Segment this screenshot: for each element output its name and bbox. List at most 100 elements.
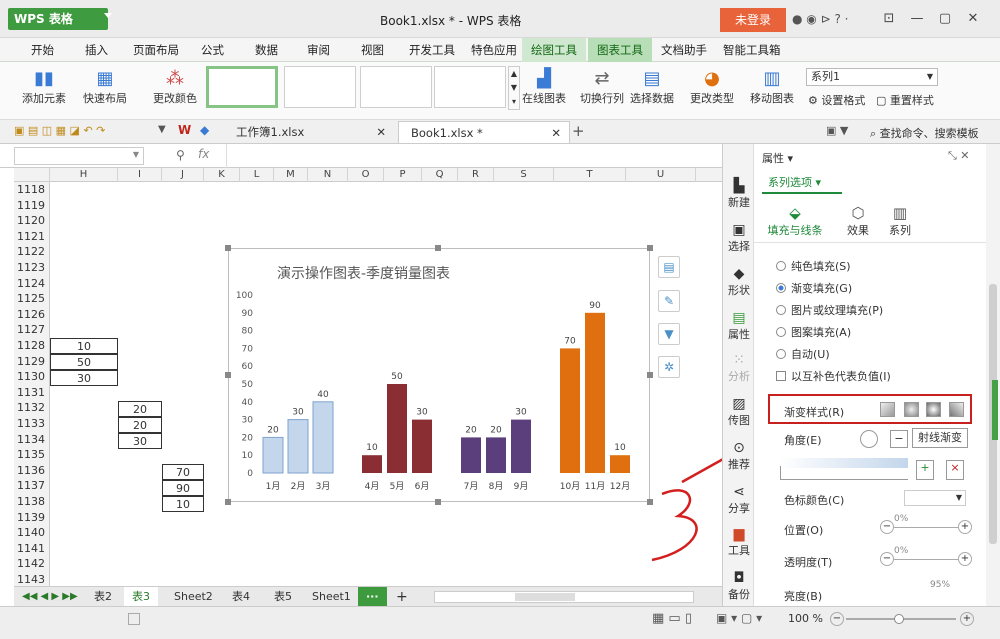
tab-series[interactable]: ▥ 系列: [880, 204, 920, 238]
row-header[interactable]: 1141: [14, 541, 49, 557]
chart-style-1[interactable]: [206, 66, 278, 108]
formula-input[interactable]: [226, 144, 720, 168]
close-icon[interactable]: ✕: [376, 121, 386, 143]
row-header[interactable]: 1129: [14, 354, 49, 370]
cube-icon[interactable]: ◆: [200, 123, 209, 137]
cell-j1137[interactable]: 90: [162, 480, 204, 496]
series-options-dropdown[interactable]: 系列选项 ▾: [762, 172, 842, 194]
resize-handle[interactable]: [225, 499, 231, 505]
row-header[interactable]: 1122: [14, 244, 49, 260]
search-command[interactable]: ⌕ 查找命令、搜索模板: [870, 125, 979, 141]
zoom-slider[interactable]: [846, 614, 956, 624]
row-header[interactable]: 1119: [14, 198, 49, 214]
col-header[interactable]: T: [554, 168, 626, 182]
minimize-icon[interactable]: —: [904, 8, 930, 30]
add-sheet-icon[interactable]: +: [388, 587, 416, 607]
restore-icon[interactable]: ⊡: [876, 8, 902, 30]
row-header[interactable]: 1121: [14, 229, 49, 245]
zoom-out-button[interactable]: −: [830, 612, 844, 626]
col-header[interactable]: M: [274, 168, 308, 182]
move-chart-button[interactable]: ▥ 移动图表: [746, 68, 798, 106]
share-button[interactable]: ⋖ 分享: [723, 484, 755, 516]
resize-handle[interactable]: [647, 245, 653, 251]
resize-handle[interactable]: [225, 372, 231, 378]
menu-formula[interactable]: 公式: [192, 38, 233, 62]
fill-solid-option[interactable]: 纯色填充(S): [776, 258, 851, 274]
cell-h1130[interactable]: 30: [50, 370, 118, 386]
page-view-icons[interactable]: ▣ ▾ ▢ ▾: [716, 611, 762, 625]
invert-negative-option[interactable]: 以互补色代表负值(I): [776, 368, 891, 384]
menu-smart-toolbox[interactable]: 智能工具箱: [714, 38, 790, 62]
doc-tab-book1[interactable]: Book1.xlsx * ✕: [398, 121, 570, 143]
menu-review[interactable]: 审阅: [298, 38, 339, 62]
select-button[interactable]: ▣ 选择: [723, 222, 755, 254]
shape-button[interactable]: ◆ 形状: [723, 266, 755, 298]
fill-picture-option[interactable]: 图片或纹理填充(P): [776, 302, 883, 318]
chart-style-2[interactable]: [284, 66, 356, 108]
tab-tool-icons[interactable]: ▣ ▼: [826, 124, 848, 137]
row-header[interactable]: 1137: [14, 478, 49, 494]
quick-layout-button[interactable]: ▦ 快速布局: [78, 68, 132, 106]
sheet-tab[interactable]: Sheet1: [304, 587, 359, 607]
radio[interactable]: [776, 349, 786, 359]
chart-bar[interactable]: [387, 384, 407, 473]
add-element-button[interactable]: ▮▮ 添加元素: [20, 68, 68, 106]
col-header[interactable]: K: [204, 168, 240, 182]
select-all-corner[interactable]: [14, 168, 50, 182]
chart-bar[interactable]: [287, 419, 309, 474]
style-scroll[interactable]: ▲ ▼ ▾: [508, 66, 520, 110]
wps-w-icon[interactable]: W: [178, 123, 191, 137]
gradient-path-style-icon[interactable]: [949, 402, 964, 417]
resize-handle[interactable]: [435, 245, 441, 251]
online-chart-button[interactable]: ▟ 在线图表: [520, 68, 568, 106]
radio[interactable]: [776, 261, 786, 271]
sheet-tab[interactable]: 表2: [86, 587, 120, 607]
row-header[interactable]: 1127: [14, 322, 49, 338]
position-plus[interactable]: +: [958, 520, 972, 534]
col-header[interactable]: U: [626, 168, 696, 182]
gradient-stops-track[interactable]: [780, 466, 908, 480]
close-icon[interactable]: ✕: [551, 122, 561, 144]
resize-handle[interactable]: [435, 499, 441, 505]
new-tab-icon[interactable]: +: [572, 122, 585, 140]
chart-bar[interactable]: [362, 455, 382, 473]
menu-data[interactable]: 数据: [246, 38, 287, 62]
row-header[interactable]: 1136: [14, 463, 49, 479]
cell-j1136[interactable]: 70: [162, 464, 204, 480]
row-header[interactable]: 1124: [14, 276, 49, 292]
menu-view[interactable]: 视图: [352, 38, 393, 62]
menu-drawing-tools[interactable]: 绘图工具: [522, 38, 586, 62]
row-header[interactable]: 1118: [14, 182, 49, 198]
add-stop-icon[interactable]: +: [916, 460, 934, 480]
select-data-button[interactable]: ▤ 选择数据: [628, 68, 676, 106]
fill-pattern-option[interactable]: 图案填充(A): [776, 324, 851, 340]
login-button[interactable]: 未登录: [720, 8, 786, 32]
col-header[interactable]: H: [50, 168, 118, 182]
gradient-rect-style-icon[interactable]: [926, 402, 941, 417]
menu-developer[interactable]: 开发工具: [400, 38, 464, 62]
sheet-nav-icons[interactable]: ◀◀ ◀ ▶ ▶▶: [14, 587, 86, 607]
series-select[interactable]: 系列1 ▼: [806, 68, 938, 86]
cell-j1138[interactable]: 10: [162, 496, 204, 512]
stop-color-dropdown[interactable]: ▼: [904, 490, 966, 506]
set-format-button[interactable]: ⚙ 设置格式: [808, 92, 865, 108]
new-button[interactable]: ▙ 新建: [723, 178, 755, 210]
col-header[interactable]: O: [348, 168, 384, 182]
col-header[interactable]: S: [494, 168, 554, 182]
transparency-slider[interactable]: [894, 559, 958, 560]
chart-elements-icon[interactable]: ▤: [658, 256, 680, 278]
chart-bar[interactable]: [610, 455, 630, 473]
change-color-button[interactable]: ⁂ 更改颜色: [146, 68, 204, 106]
cell-i1133[interactable]: 20: [118, 417, 162, 433]
cell-i1132[interactable]: 20: [118, 401, 162, 417]
gear-icon[interactable]: ✲: [658, 356, 680, 378]
angle-dial[interactable]: [860, 430, 878, 448]
chart-bar[interactable]: [412, 419, 432, 473]
menu-chart-tools[interactable]: 图表工具: [588, 38, 652, 62]
fill-gradient-option[interactable]: 渐变填充(G): [776, 280, 852, 296]
tab-fill-line[interactable]: ⬙ 填充与线条: [764, 204, 826, 238]
row-header[interactable]: 1126: [14, 307, 49, 323]
doc-tab-workbook1[interactable]: 工作簿1.xlsx ✕: [224, 121, 394, 143]
row-header[interactable]: 1125: [14, 291, 49, 307]
radio[interactable]: [776, 305, 786, 315]
